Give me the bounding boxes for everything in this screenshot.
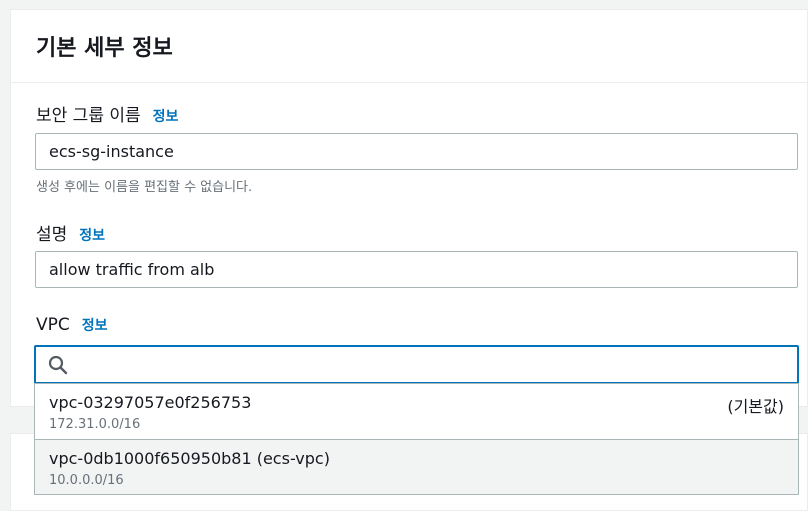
security-group-name-hint: 생성 후에는 이름을 편집할 수 없습니다. <box>36 180 253 195</box>
description-label: 설명 정보 <box>36 220 105 245</box>
panel-header: 기본 세부 정보 <box>11 10 807 83</box>
vpc-dropdown: vpc-03297057e0f256753 172.31.0.0/16 (기본값… <box>34 383 799 495</box>
security-group-name-label: 보안 그룹 이름 정보 <box>36 101 178 126</box>
vpc-option-cidr: 10.0.0.0/16 <box>49 473 124 488</box>
panel-title: 기본 세부 정보 <box>36 36 173 61</box>
description-label-text: 설명 <box>36 225 68 245</box>
vpc-label: VPC 정보 <box>36 315 108 335</box>
security-group-name-info-link[interactable]: 정보 <box>153 109 179 125</box>
vpc-option-cidr: 172.31.0.0/16 <box>49 417 141 432</box>
description-info-link[interactable]: 정보 <box>79 228 105 244</box>
search-icon <box>48 355 68 375</box>
vpc-option-default-tag: (기본값) <box>727 397 784 416</box>
vpc-option-highlighted[interactable]: vpc-0db1000f650950b81 (ecs-vpc) 10.0.0.0… <box>35 439 798 494</box>
security-group-name-label-text: 보안 그룹 이름 <box>36 106 141 126</box>
description-input[interactable]: allow traffic from alb <box>35 251 798 288</box>
vpc-search-input[interactable] <box>34 345 799 384</box>
vpc-label-text: VPC <box>36 315 70 335</box>
security-group-name-input[interactable]: ecs-sg-instance <box>35 133 798 170</box>
vpc-option-id: vpc-03297057e0f256753 <box>49 393 252 412</box>
vpc-info-link[interactable]: 정보 <box>82 318 108 334</box>
vpc-option-id: vpc-0db1000f650950b81 (ecs-vpc) <box>49 449 330 468</box>
vpc-option[interactable]: vpc-03297057e0f256753 172.31.0.0/16 (기본값… <box>35 384 798 439</box>
